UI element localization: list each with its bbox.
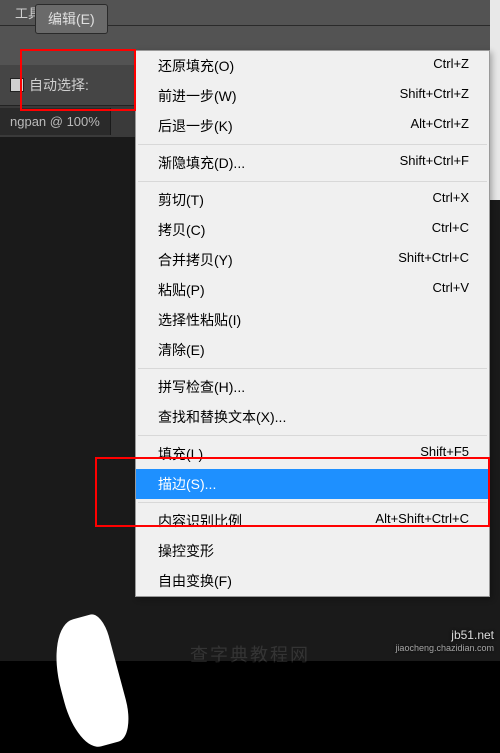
menu-item-label: 还原填充(O) <box>158 56 234 76</box>
menu-item-label: 前进一步(W) <box>158 86 237 106</box>
menu-item-shortcut: Ctrl+C <box>432 220 469 240</box>
menu-item-label: 合并拷贝(Y) <box>158 250 233 270</box>
menu-item[interactable]: 渐隐填充(D)... Shift+Ctrl+F <box>136 148 489 178</box>
menu-item[interactable]: 剪切(T) Ctrl+X <box>136 185 489 215</box>
watermark: jb51.net jiaocheng.chazidian.com <box>395 628 494 655</box>
edit-button[interactable]: 编辑(E) <box>35 4 108 34</box>
menu-item-label: 剪切(T) <box>158 190 204 210</box>
menu-item-label: 自由变换(F) <box>158 571 232 591</box>
auto-select-label: 自动选择: <box>29 75 89 95</box>
watermark-sub: jiaocheng.chazidian.com <box>395 643 494 655</box>
menu-item-label: 描边(S)... <box>158 474 216 494</box>
menu-item-label: 内容识别比例 <box>158 511 242 531</box>
menu-item[interactable]: 粘贴(P) Ctrl+V <box>136 275 489 305</box>
menu-item-label: 查找和替换文本(X)... <box>158 407 286 427</box>
menu-item[interactable]: 还原填充(O) Ctrl+Z <box>136 51 489 81</box>
menu-item[interactable]: 清除(E) <box>136 335 489 365</box>
menu-item-shortcut: Shift+F5 <box>420 444 469 464</box>
menu-item-shortcut: Alt+Shift+Ctrl+C <box>375 511 469 531</box>
menu-item[interactable]: 操控变形 <box>136 536 489 566</box>
menu-item-label: 清除(E) <box>158 340 205 360</box>
menu-item-shortcut: Shift+Ctrl+F <box>400 153 469 173</box>
menu-item[interactable]: 拼写检查(H)... <box>136 372 489 402</box>
menu-item[interactable]: 自由变换(F) <box>136 566 489 596</box>
menu-item-label: 拼写检查(H)... <box>158 377 245 397</box>
edit-menu: 还原填充(O) Ctrl+Z 前进一步(W) Shift+Ctrl+Z 后退一步(K) A… <box>135 50 490 597</box>
menu-item[interactable]: 描边(S)... <box>136 469 489 499</box>
menu-item[interactable]: 拷贝(C) Ctrl+C <box>136 215 489 245</box>
menu-item-shortcut: Shift+Ctrl+C <box>398 250 469 270</box>
menu-item[interactable]: 查找和替换文本(X)... <box>136 402 489 432</box>
menu-item[interactable]: 后退一步(K) Alt+Ctrl+Z <box>136 111 489 141</box>
right-edge <box>490 0 500 200</box>
menu-item-label: 操控变形 <box>158 541 214 561</box>
auto-select-checkbox[interactable] <box>10 78 24 92</box>
menu-item-label: 填充(L)... <box>158 444 215 464</box>
menu-separator <box>138 435 487 436</box>
menu-item-shortcut: Ctrl+V <box>433 280 469 300</box>
menu-item-shortcut: Alt+Ctrl+Z <box>410 116 469 136</box>
menu-item[interactable]: 填充(L)... Shift+F5 <box>136 439 489 469</box>
menu-item[interactable]: 合并拷贝(Y) Shift+Ctrl+C <box>136 245 489 275</box>
document-tab[interactable]: ngpan @ 100% <box>0 108 111 135</box>
menu-separator <box>138 144 487 145</box>
menu-item-shortcut: Shift+Ctrl+Z <box>400 86 469 106</box>
menu-separator <box>138 368 487 369</box>
menu-separator <box>138 181 487 182</box>
menu-item[interactable]: 前进一步(W) Shift+Ctrl+Z <box>136 81 489 111</box>
menu-item-label: 渐隐填充(D)... <box>158 153 245 173</box>
menu-item-label: 粘贴(P) <box>158 280 205 300</box>
menu-item-shortcut: Ctrl+X <box>433 190 469 210</box>
menu-item-label: 拷贝(C) <box>158 220 205 240</box>
menu-item-label: 选择性粘贴(I) <box>158 310 241 330</box>
menu-item-label: 后退一步(K) <box>158 116 233 136</box>
canvas-shape <box>44 611 136 752</box>
menu-item[interactable]: 内容识别比例 Alt+Shift+Ctrl+C <box>136 506 489 536</box>
menu-item-shortcut: Ctrl+Z <box>433 56 469 76</box>
menu-item[interactable]: 选择性粘贴(I) <box>136 305 489 335</box>
watermark-site: jb51.net <box>395 628 494 644</box>
menu-separator <box>138 502 487 503</box>
